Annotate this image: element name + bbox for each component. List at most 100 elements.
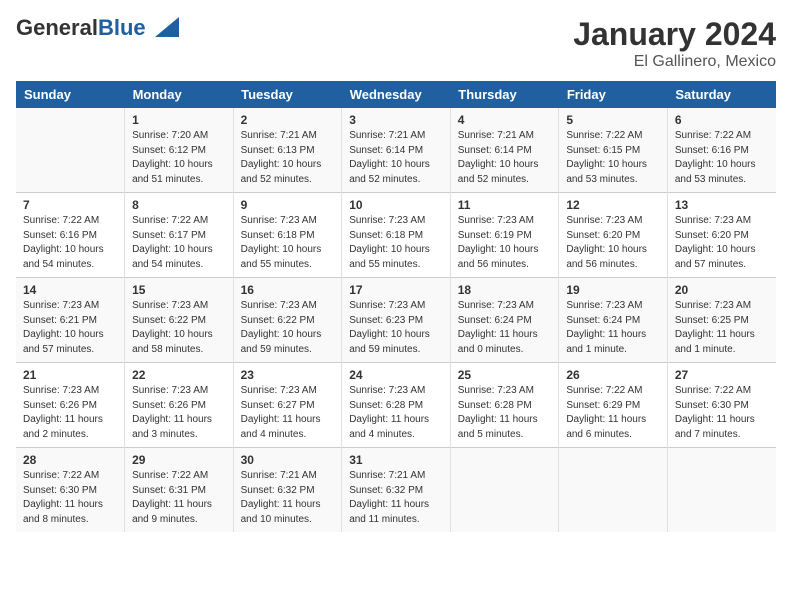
- day-info: Sunrise: 7:20 AM Sunset: 6:12 PM Dayligh…: [132, 129, 226, 187]
- day-number: 25: [458, 368, 552, 382]
- day-number: 20: [675, 283, 769, 297]
- day-info: Sunrise: 7:22 AM Sunset: 6:17 PM Dayligh…: [132, 214, 226, 272]
- calendar-cell: [559, 448, 668, 533]
- title-area: January 2024 El Gallinero, Mexico: [573, 16, 776, 71]
- calendar-week-row: 1 Sunrise: 7:20 AM Sunset: 6:12 PM Daylig…: [16, 108, 776, 193]
- calendar-cell: 13Sunrise: 7:23 AM Sunset: 6:20 PM Dayli…: [667, 193, 776, 278]
- day-number: 12: [566, 198, 660, 212]
- calendar-cell: 28 Sunrise: 7:22 AM Sunset: 6:30 PM Dayli…: [16, 448, 125, 533]
- day-info: Sunrise: 7:23 AM Sunset: 6:19 PM Dayligh…: [458, 214, 552, 272]
- day-number: 16: [241, 283, 335, 297]
- day-info: Sunrise: 7:21 AM Sunset: 6:14 PM Dayligh…: [458, 129, 552, 187]
- day-info: Sunrise: 7:23 AM Sunset: 6:26 PM Dayligh…: [23, 384, 117, 442]
- day-number: 11: [458, 198, 552, 212]
- day-info: Sunrise: 7:21 AM Sunset: 6:32 PM Dayligh…: [349, 469, 443, 527]
- day-number: 1: [132, 113, 226, 127]
- day-info: Sunrise: 7:23 AM Sunset: 6:18 PM Dayligh…: [349, 214, 443, 272]
- calendar-cell: 30 Sunrise: 7:21 AM Sunset: 6:32 PM Dayli…: [233, 448, 342, 533]
- day-number: 7: [23, 198, 117, 212]
- calendar-cell: 14 Sunrise: 7:23 AM Sunset: 6:21 PM Dayli…: [16, 278, 125, 363]
- day-number: 22: [132, 368, 226, 382]
- day-info: Sunrise: 7:22 AM Sunset: 6:31 PM Dayligh…: [132, 469, 226, 527]
- day-number: 17: [349, 283, 443, 297]
- calendar-cell: 2Sunrise: 7:21 AM Sunset: 6:13 PM Daylig…: [233, 108, 342, 193]
- calendar-week-row: 28 Sunrise: 7:22 AM Sunset: 6:30 PM Dayli…: [16, 448, 776, 533]
- day-number: 3: [349, 113, 443, 127]
- header: GeneralBlue January 2024 El Gallinero, M…: [16, 16, 776, 71]
- calendar-table: SundayMondayTuesdayWednesdayThursdayFrid…: [16, 81, 776, 532]
- calendar-subtitle: El Gallinero, Mexico: [573, 53, 776, 71]
- day-number: 2: [241, 113, 335, 127]
- col-header-thursday: Thursday: [450, 81, 559, 108]
- calendar-week-row: 7Sunrise: 7:22 AM Sunset: 6:16 PM Daylig…: [16, 193, 776, 278]
- day-info: Sunrise: 7:23 AM Sunset: 6:22 PM Dayligh…: [241, 299, 335, 357]
- calendar-cell: 4Sunrise: 7:21 AM Sunset: 6:14 PM Daylig…: [450, 108, 559, 193]
- logo: GeneralBlue: [16, 16, 179, 40]
- day-info: Sunrise: 7:23 AM Sunset: 6:22 PM Dayligh…: [132, 299, 226, 357]
- calendar-cell: 31 Sunrise: 7:21 AM Sunset: 6:32 PM Dayli…: [342, 448, 451, 533]
- day-number: 21: [23, 368, 117, 382]
- day-info: Sunrise: 7:23 AM Sunset: 6:27 PM Dayligh…: [241, 384, 335, 442]
- day-info: Sunrise: 7:23 AM Sunset: 6:25 PM Dayligh…: [675, 299, 769, 357]
- calendar-cell: 1 Sunrise: 7:20 AM Sunset: 6:12 PM Daylig…: [125, 108, 234, 193]
- calendar-cell: 21 Sunrise: 7:23 AM Sunset: 6:26 PM Dayli…: [16, 363, 125, 448]
- calendar-cell: [16, 108, 125, 193]
- logo-blue-text: Blue: [98, 15, 146, 40]
- col-header-monday: Monday: [125, 81, 234, 108]
- calendar-cell: 9 Sunrise: 7:23 AM Sunset: 6:18 PM Daylig…: [233, 193, 342, 278]
- day-number: 13: [675, 198, 769, 212]
- calendar-cell: 6Sunrise: 7:22 AM Sunset: 6:16 PM Daylig…: [667, 108, 776, 193]
- day-info: Sunrise: 7:23 AM Sunset: 6:23 PM Dayligh…: [349, 299, 443, 357]
- calendar-cell: 12 Sunrise: 7:23 AM Sunset: 6:20 PM Dayli…: [559, 193, 668, 278]
- day-info: Sunrise: 7:22 AM Sunset: 6:30 PM Dayligh…: [675, 384, 769, 442]
- calendar-cell: 11 Sunrise: 7:23 AM Sunset: 6:19 PM Dayli…: [450, 193, 559, 278]
- calendar-cell: [450, 448, 559, 533]
- logo-general-text: General: [16, 15, 98, 40]
- day-number: 30: [241, 453, 335, 467]
- col-header-friday: Friday: [559, 81, 668, 108]
- day-info: Sunrise: 7:22 AM Sunset: 6:29 PM Dayligh…: [566, 384, 660, 442]
- calendar-cell: 29 Sunrise: 7:22 AM Sunset: 6:31 PM Dayli…: [125, 448, 234, 533]
- day-number: 28: [23, 453, 117, 467]
- calendar-cell: 18 Sunrise: 7:23 AM Sunset: 6:24 PM Dayli…: [450, 278, 559, 363]
- day-number: 26: [566, 368, 660, 382]
- calendar-cell: 8 Sunrise: 7:22 AM Sunset: 6:17 PM Daylig…: [125, 193, 234, 278]
- calendar-cell: 27 Sunrise: 7:22 AM Sunset: 6:30 PM Dayli…: [667, 363, 776, 448]
- calendar-cell: 25Sunrise: 7:23 AM Sunset: 6:28 PM Dayli…: [450, 363, 559, 448]
- col-header-wednesday: Wednesday: [342, 81, 451, 108]
- day-number: 23: [241, 368, 335, 382]
- day-number: 14: [23, 283, 117, 297]
- day-number: 18: [458, 283, 552, 297]
- col-header-saturday: Saturday: [667, 81, 776, 108]
- calendar-cell: 5Sunrise: 7:22 AM Sunset: 6:15 PM Daylig…: [559, 108, 668, 193]
- calendar-cell: 22Sunrise: 7:23 AM Sunset: 6:26 PM Dayli…: [125, 363, 234, 448]
- day-number: 5: [566, 113, 660, 127]
- calendar-cell: 24Sunrise: 7:23 AM Sunset: 6:28 PM Dayli…: [342, 363, 451, 448]
- calendar-title: January 2024: [573, 16, 776, 53]
- calendar-cell: 17 Sunrise: 7:23 AM Sunset: 6:23 PM Dayli…: [342, 278, 451, 363]
- day-number: 19: [566, 283, 660, 297]
- day-info: Sunrise: 7:23 AM Sunset: 6:21 PM Dayligh…: [23, 299, 117, 357]
- calendar-cell: 15 Sunrise: 7:23 AM Sunset: 6:22 PM Dayli…: [125, 278, 234, 363]
- day-info: Sunrise: 7:22 AM Sunset: 6:30 PM Dayligh…: [23, 469, 117, 527]
- day-number: 8: [132, 198, 226, 212]
- day-number: 31: [349, 453, 443, 467]
- calendar-cell: [667, 448, 776, 533]
- day-info: Sunrise: 7:23 AM Sunset: 6:20 PM Dayligh…: [566, 214, 660, 272]
- logo-triangle-icon: [155, 17, 179, 37]
- calendar-cell: 19Sunrise: 7:23 AM Sunset: 6:24 PM Dayli…: [559, 278, 668, 363]
- day-info: Sunrise: 7:23 AM Sunset: 6:24 PM Dayligh…: [458, 299, 552, 357]
- col-header-tuesday: Tuesday: [233, 81, 342, 108]
- day-info: Sunrise: 7:21 AM Sunset: 6:32 PM Dayligh…: [241, 469, 335, 527]
- calendar-header-row: SundayMondayTuesdayWednesdayThursdayFrid…: [16, 81, 776, 108]
- day-info: Sunrise: 7:22 AM Sunset: 6:16 PM Dayligh…: [675, 129, 769, 187]
- day-number: 29: [132, 453, 226, 467]
- calendar-cell: 10Sunrise: 7:23 AM Sunset: 6:18 PM Dayli…: [342, 193, 451, 278]
- day-number: 15: [132, 283, 226, 297]
- day-number: 27: [675, 368, 769, 382]
- day-number: 9: [241, 198, 335, 212]
- calendar-week-row: 14 Sunrise: 7:23 AM Sunset: 6:21 PM Dayli…: [16, 278, 776, 363]
- day-info: Sunrise: 7:23 AM Sunset: 6:18 PM Dayligh…: [241, 214, 335, 272]
- calendar-cell: 26 Sunrise: 7:22 AM Sunset: 6:29 PM Dayli…: [559, 363, 668, 448]
- day-info: Sunrise: 7:21 AM Sunset: 6:14 PM Dayligh…: [349, 129, 443, 187]
